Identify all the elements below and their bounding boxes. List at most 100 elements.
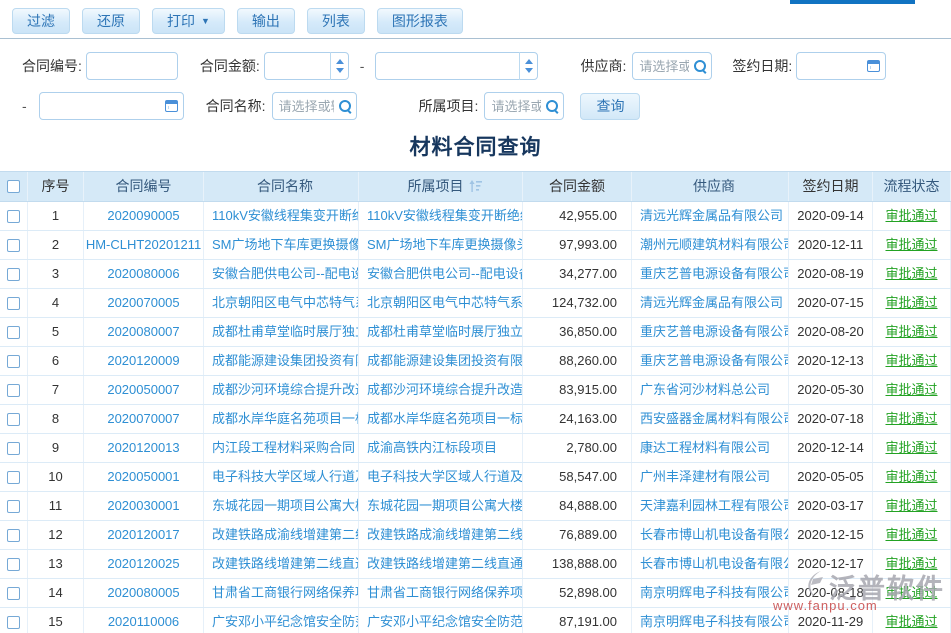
- sign-date-to-input[interactable]: [39, 92, 184, 120]
- restore-button-label: 还原: [97, 11, 125, 31]
- contract-no-link[interactable]: 2020050007: [84, 376, 204, 404]
- cell-sign-date: 2020-07-18: [789, 405, 873, 433]
- status-link[interactable]: 审批通过: [885, 411, 937, 426]
- row-checkbox[interactable]: [7, 587, 20, 600]
- contract-no-link[interactable]: 2020080005: [84, 579, 204, 607]
- cell-contract-name: 东城花园一期项目公寓大楼: [204, 492, 359, 520]
- table-row: 112020030001东城花园一期项目公寓大楼东城花园一期项目公寓大楼84,8…: [0, 492, 951, 521]
- search-icon[interactable]: [694, 60, 707, 73]
- row-checkbox[interactable]: [7, 442, 20, 455]
- spinner-up-icon[interactable]: [336, 59, 344, 64]
- spinner-down-icon[interactable]: [336, 68, 344, 73]
- row-checkbox[interactable]: [7, 616, 20, 629]
- row-checkbox[interactable]: [7, 355, 20, 368]
- status-link[interactable]: 审批通过: [885, 527, 937, 542]
- header-project[interactable]: 所属项目: [359, 172, 523, 201]
- cell-sign-date: 2020-09-14: [789, 202, 873, 230]
- cell-amount: 76,889.00: [523, 521, 632, 549]
- status-link[interactable]: 审批通过: [885, 324, 937, 339]
- row-checkbox[interactable]: [7, 558, 20, 571]
- row-checkbox[interactable]: [7, 500, 20, 513]
- project-label: 所属项目:: [419, 96, 479, 116]
- calendar-icon[interactable]: [165, 100, 178, 112]
- status-cell: 审批通过: [873, 231, 951, 259]
- sort-ascending-icon[interactable]: [469, 173, 482, 201]
- row-checkbox-cell: [0, 376, 28, 404]
- header-supplier: 供应商: [632, 172, 789, 201]
- export-button[interactable]: 输出: [237, 8, 295, 34]
- header-sign-date: 签约日期: [789, 172, 873, 201]
- row-checkbox[interactable]: [7, 326, 20, 339]
- amount-max-input[interactable]: [375, 52, 538, 80]
- status-link[interactable]: 审批通过: [885, 469, 937, 484]
- cell-seq: 3: [28, 260, 84, 288]
- contract-no-link[interactable]: 2020080007: [84, 318, 204, 346]
- restore-button[interactable]: 还原: [82, 8, 140, 34]
- contract-no-link[interactable]: 2020120013: [84, 434, 204, 462]
- row-checkbox[interactable]: [7, 239, 20, 252]
- contract-no-link[interactable]: 2020120017: [84, 521, 204, 549]
- cell-contract-name: 110kV安徽线程集变开断绝缘: [204, 202, 359, 230]
- cell-seq: 8: [28, 405, 84, 433]
- status-link[interactable]: 审批通过: [885, 498, 937, 513]
- row-checkbox[interactable]: [7, 210, 20, 223]
- cell-seq: 2: [28, 231, 84, 259]
- row-checkbox[interactable]: [7, 268, 20, 281]
- contract-no-link[interactable]: 2020080006: [84, 260, 204, 288]
- cell-sign-date: 2020-08-19: [789, 260, 873, 288]
- cell-supplier: 西安盛器金属材料有限公司: [632, 405, 789, 433]
- cell-amount: 52,898.00: [523, 579, 632, 607]
- list-button-label: 列表: [322, 11, 350, 31]
- row-checkbox[interactable]: [7, 297, 20, 310]
- select-all-checkbox[interactable]: [7, 180, 20, 193]
- status-link[interactable]: 审批通过: [885, 208, 937, 223]
- status-link[interactable]: 审批通过: [885, 556, 937, 571]
- row-checkbox[interactable]: [7, 413, 20, 426]
- query-button[interactable]: 查询: [580, 93, 640, 120]
- contract-no-link[interactable]: 2020030001: [84, 492, 204, 520]
- status-link[interactable]: 审批通过: [885, 382, 937, 397]
- contract-no-link[interactable]: 2020120009: [84, 347, 204, 375]
- status-link[interactable]: 审批通过: [885, 266, 937, 281]
- list-button[interactable]: 列表: [307, 8, 365, 34]
- status-link[interactable]: 审批通过: [885, 353, 937, 368]
- contract-no-link[interactable]: 2020090005: [84, 202, 204, 230]
- status-cell: 审批通过: [873, 260, 951, 288]
- row-checkbox[interactable]: [7, 529, 20, 542]
- cell-project: 成都沙河环境综合提升改造: [359, 376, 523, 404]
- filter-button[interactable]: 过滤: [12, 8, 70, 34]
- status-link[interactable]: 审批通过: [885, 440, 937, 455]
- header-project-label: 所属项目: [408, 178, 464, 194]
- row-checkbox-cell: [0, 608, 28, 633]
- row-checkbox[interactable]: [7, 384, 20, 397]
- contract-no-link[interactable]: 2020070007: [84, 405, 204, 433]
- contract-no-input[interactable]: [86, 52, 178, 80]
- status-link[interactable]: 审批通过: [885, 614, 937, 629]
- cell-amount: 36,850.00: [523, 318, 632, 346]
- chart-report-button[interactable]: 图形报表: [377, 8, 463, 34]
- row-checkbox[interactable]: [7, 471, 20, 484]
- contract-no-link[interactable]: 2020070005: [84, 289, 204, 317]
- contract-no-link[interactable]: 2020110006: [84, 608, 204, 633]
- contract-no-link[interactable]: 2020120025: [84, 550, 204, 578]
- header-checkbox-cell: [0, 172, 28, 201]
- amount-min-stepper[interactable]: [330, 52, 349, 80]
- amount-max-stepper[interactable]: [519, 52, 538, 80]
- search-icon[interactable]: [339, 100, 352, 113]
- cell-contract-name: 安徽合肥供电公司--配电设备: [204, 260, 359, 288]
- cell-amount: 2,780.00: [523, 434, 632, 462]
- contract-no-link[interactable]: 2020050001: [84, 463, 204, 491]
- status-link[interactable]: 审批通过: [885, 295, 937, 310]
- cell-amount: 88,260.00: [523, 347, 632, 375]
- calendar-icon[interactable]: [867, 60, 880, 72]
- row-checkbox-cell: [0, 202, 28, 230]
- spinner-down-icon[interactable]: [525, 68, 533, 73]
- spinner-up-icon[interactable]: [525, 59, 533, 64]
- print-button[interactable]: 打印 ▼: [152, 8, 225, 34]
- cell-contract-name: 成都能源建设集团投资有限: [204, 347, 359, 375]
- status-cell: 审批通过: [873, 318, 951, 346]
- status-link[interactable]: 审批通过: [885, 585, 937, 600]
- status-link[interactable]: 审批通过: [885, 237, 937, 252]
- search-icon[interactable]: [546, 100, 559, 113]
- contract-no-link[interactable]: HM-CLHT20201211: [84, 231, 204, 259]
